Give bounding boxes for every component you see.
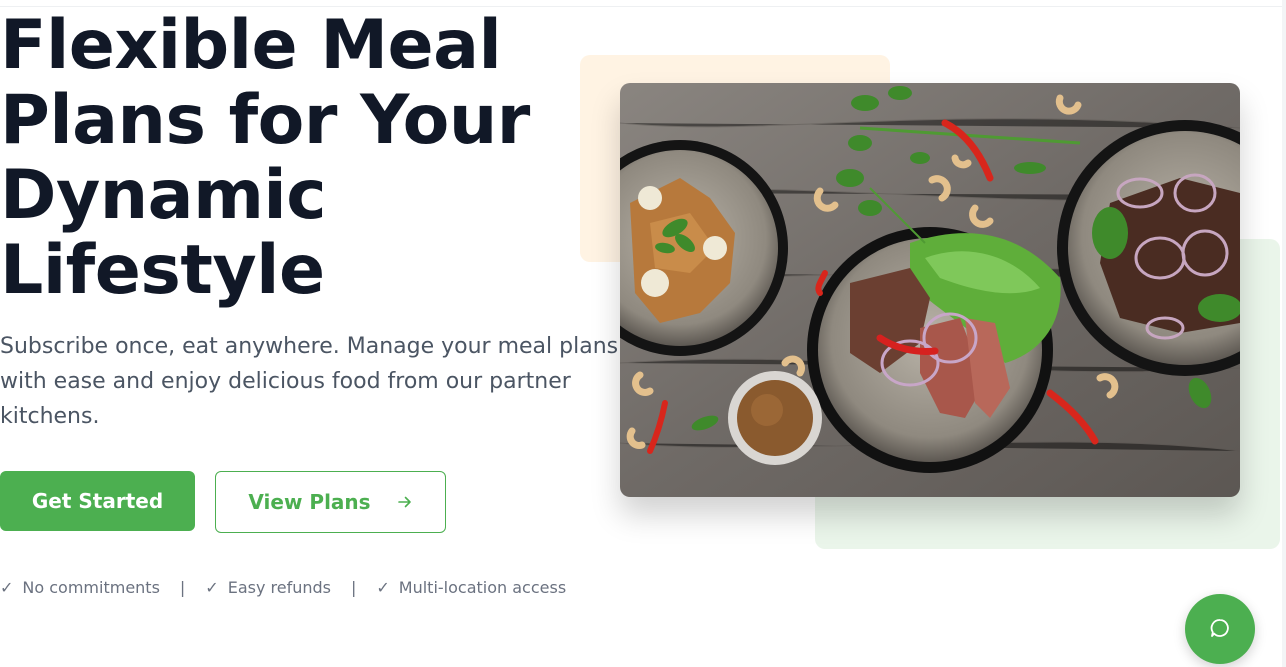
check-icon: ✓ (0, 577, 14, 597)
check-icon: ✓ (205, 577, 219, 597)
view-plans-button[interactable]: View Plans (215, 471, 446, 533)
hero-title: Flexible Meal Plans for Your Dynamic Lif… (0, 8, 560, 308)
feature-label: Multi-location access (398, 577, 567, 597)
feature-item: ✓ No commitments (0, 578, 160, 597)
chat-bubble-icon (1209, 617, 1231, 642)
get-started-button[interactable]: Get Started (0, 471, 195, 531)
feature-separator: | (179, 577, 186, 597)
hero-title-line: Lifestyle (0, 231, 325, 310)
arrow-right-icon (397, 494, 413, 510)
scrollbar[interactable] (1282, 0, 1286, 667)
feature-separator: | (350, 577, 357, 597)
hero-title-line: Dynamic (0, 156, 327, 235)
hero-subtitle-line: Subscribe once, eat anywhere. Manage you… (0, 334, 619, 359)
hero-subtitle-line: with ease and enjoy delicious food from … (0, 369, 571, 394)
hero-subtitle: Subscribe once, eat anywhere. Manage you… (0, 329, 620, 434)
feature-label: No commitments (22, 577, 160, 597)
get-started-label: Get Started (31, 489, 164, 513)
hero-food-image (620, 83, 1240, 497)
hero-title-line: Flexible Meal (0, 6, 502, 85)
feature-item: ✓ Multi-location access (376, 578, 566, 597)
view-plans-label: View Plans (248, 490, 371, 514)
hero-title-line: Plans for Your (0, 81, 530, 160)
feature-item: ✓ Easy refunds (205, 578, 331, 597)
check-icon: ✓ (376, 577, 390, 597)
feature-label: Easy refunds (227, 577, 331, 597)
hero-subtitle-line: kitchens. (0, 404, 100, 429)
chat-button[interactable] (1185, 594, 1255, 664)
feature-list: ✓ No commitments | ✓ Easy refunds | ✓ Mu… (0, 575, 566, 599)
